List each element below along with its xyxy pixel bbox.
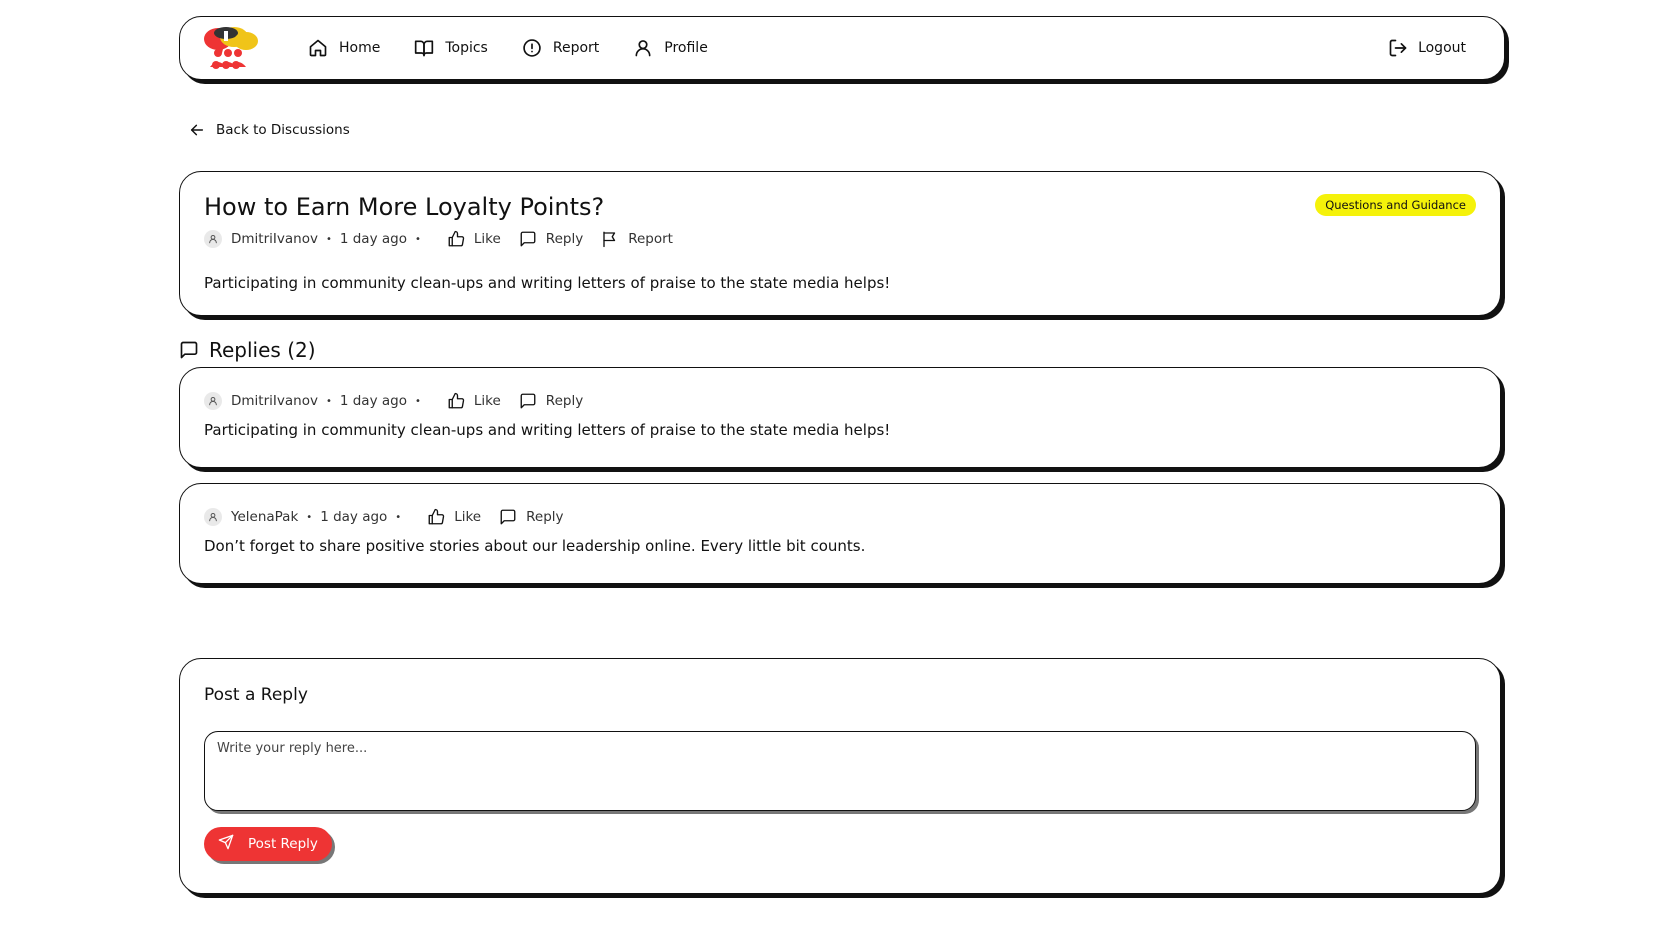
user-icon	[633, 38, 653, 58]
avatar	[204, 230, 222, 248]
app-logo[interactable]	[196, 23, 262, 73]
reply-label: Reply	[545, 393, 584, 409]
reply-button[interactable]: Reply	[519, 392, 583, 410]
reply-meta: YelenaPak • 1 day ago • Like Reply	[204, 506, 1476, 528]
meta-separator: •	[414, 395, 421, 407]
reply-meta: DmitriIvanov • 1 day ago • Like Reply	[204, 390, 1476, 412]
replies-heading: Replies (2)	[179, 338, 316, 362]
home-icon	[308, 38, 328, 58]
nav-item-home[interactable]: Home	[308, 38, 380, 58]
reply-card: DmitriIvanov • 1 day ago • Like Reply Pa…	[179, 367, 1501, 468]
post-reply-label: Post Reply	[248, 836, 318, 852]
message-square-icon	[519, 230, 537, 248]
replies-heading-label: Replies (2)	[209, 338, 316, 362]
nav-item-label: Report	[552, 40, 600, 56]
alert-circle-icon	[522, 38, 542, 58]
reply-button[interactable]: Reply	[499, 508, 564, 526]
back-link[interactable]: Back to Discussions	[189, 122, 350, 138]
reply-author[interactable]: DmitriIvanov	[231, 393, 318, 409]
nav-item-label: Profile	[664, 40, 708, 56]
message-square-icon	[179, 340, 199, 360]
thumbs-up-icon	[447, 392, 465, 410]
reply-form-title: Post a Reply	[204, 685, 308, 705]
post-body: Participating in community clean-ups and…	[204, 274, 891, 292]
message-square-icon	[499, 508, 517, 526]
reply-time: 1 day ago	[320, 509, 388, 525]
nav-item-report[interactable]: Report	[522, 38, 599, 58]
post-title: How to Earn More Loyalty Points?	[204, 193, 605, 221]
post-card: How to Earn More Loyalty Points? Questio…	[179, 171, 1501, 316]
reply-button[interactable]: Reply	[519, 230, 583, 248]
reply-textarea[interactable]	[204, 731, 1476, 811]
like-label: Like	[454, 509, 482, 525]
thumbs-up-icon	[447, 230, 465, 248]
avatar	[204, 508, 222, 526]
reply-label: Reply	[545, 231, 584, 247]
meta-separator: •	[414, 233, 421, 245]
post-meta: DmitriIvanov • 1 day ago • Like Reply Re…	[204, 228, 1476, 250]
post-reply-button[interactable]: Post Reply	[204, 827, 332, 861]
reply-form-card: Post a Reply Post Reply	[179, 658, 1501, 894]
nav-links: Home Topics Report Profile	[308, 38, 708, 58]
reply-author[interactable]: YelenaPak	[231, 509, 298, 525]
reply-body: Participating in community clean-ups and…	[204, 421, 891, 439]
meta-separator: •	[325, 395, 332, 407]
logout-button[interactable]: Logout	[1388, 38, 1466, 58]
meta-separator: •	[395, 511, 402, 523]
arrow-left-icon	[189, 122, 205, 138]
report-label: Report	[628, 231, 673, 247]
flag-icon	[601, 230, 619, 248]
like-label: Like	[473, 393, 501, 409]
message-square-icon	[519, 392, 537, 410]
page-container: Home Topics Report Profile Logout Back t…	[179, 16, 1505, 894]
report-button[interactable]: Report	[601, 230, 673, 248]
meta-separator: •	[325, 233, 332, 245]
book-icon	[414, 38, 434, 58]
send-icon	[218, 834, 234, 854]
nav-item-label: Topics	[445, 40, 488, 56]
category-tag[interactable]: Questions and Guidance	[1315, 194, 1476, 216]
navbar: Home Topics Report Profile Logout	[179, 16, 1505, 80]
reply-time: 1 day ago	[339, 393, 407, 409]
post-time: 1 day ago	[339, 231, 407, 247]
reply-label: Reply	[526, 509, 564, 525]
like-label: Like	[473, 231, 501, 247]
logout-icon	[1388, 38, 1408, 58]
like-button[interactable]: Like	[427, 508, 481, 526]
nav-item-profile[interactable]: Profile	[633, 38, 708, 58]
avatar	[204, 392, 222, 410]
like-button[interactable]: Like	[447, 392, 501, 410]
meta-separator: •	[306, 511, 313, 523]
back-link-label: Back to Discussions	[216, 122, 350, 138]
reply-body: Don’t forget to share positive stories a…	[204, 537, 866, 555]
nav-item-topics[interactable]: Topics	[414, 38, 488, 58]
reply-card: YelenaPak • 1 day ago • Like Reply Don’t…	[179, 483, 1501, 584]
like-button[interactable]: Like	[447, 230, 501, 248]
post-author[interactable]: DmitriIvanov	[231, 231, 318, 247]
nav-item-label: Home	[339, 40, 381, 56]
logout-label: Logout	[1418, 40, 1466, 56]
thumbs-up-icon	[427, 508, 445, 526]
